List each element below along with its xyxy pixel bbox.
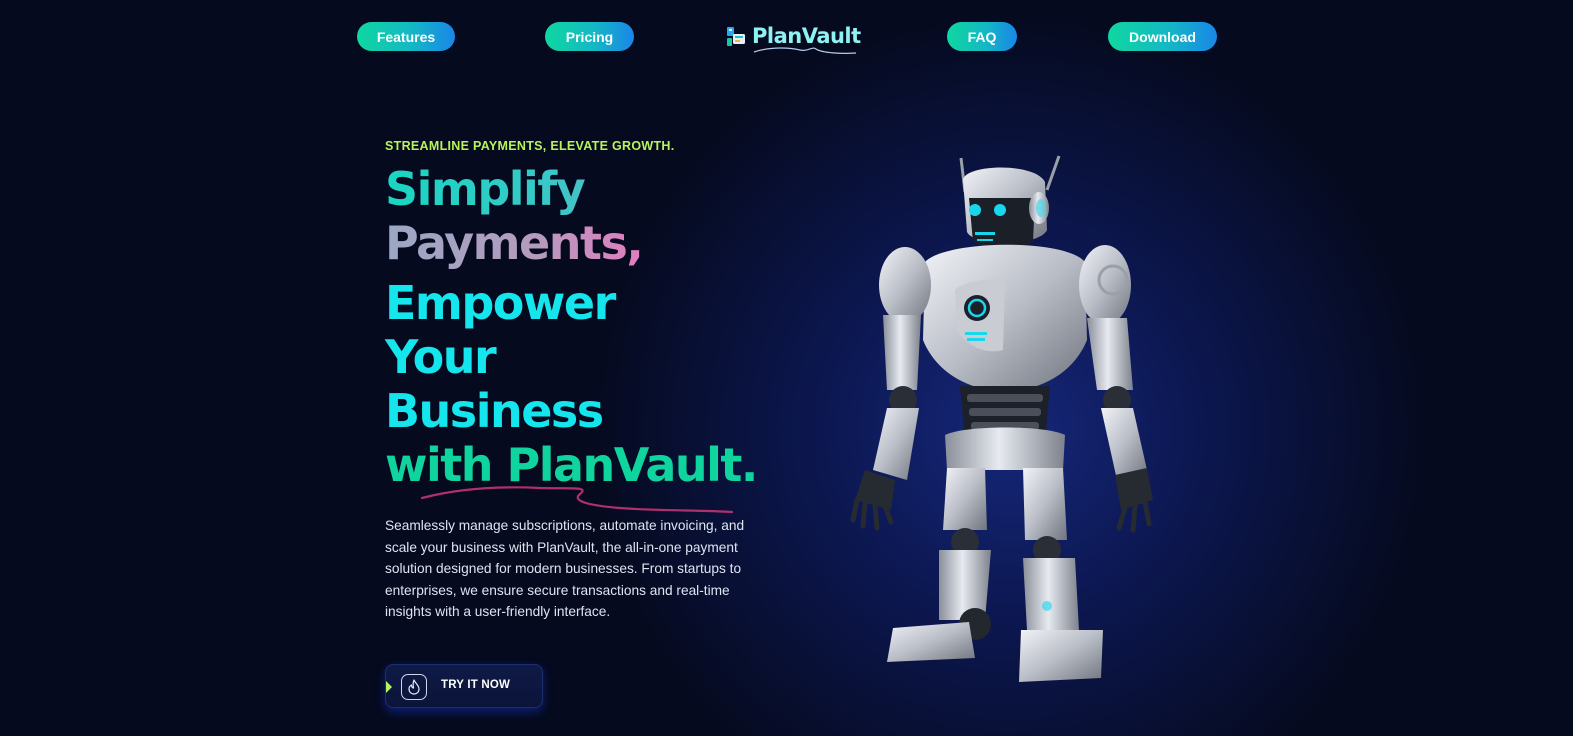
nav-pricing-button[interactable]: Pricing (545, 22, 634, 51)
hero-description: Seamlessly manage subscriptions, automat… (385, 518, 745, 620)
headline-line-2: Payments, (385, 216, 757, 270)
nav-download-button[interactable]: Download (1108, 22, 1217, 51)
headline-line-5: Business (385, 384, 604, 438)
logo-icon (726, 26, 746, 48)
nav-faq-button[interactable]: FAQ (947, 22, 1017, 51)
flame-icon (401, 674, 427, 700)
brand-logo[interactable]: PlanVault (726, 22, 861, 56)
background-glow (0, 0, 1573, 736)
headline-line-1: Simplify (385, 162, 757, 216)
cta-label: TRY IT NOW (441, 679, 511, 691)
headline-line-4: Your (385, 330, 497, 384)
nav-features-button[interactable]: Features (357, 22, 455, 51)
top-navigation: Features Pricing PlanVault FAQ Download (0, 0, 1573, 72)
robot-illustration (850, 155, 1153, 682)
hero-eyebrow: STREAMLINE PAYMENTS, ELEVATE GROWTH. (385, 139, 675, 153)
try-it-now-button[interactable]: TRY IT NOW (385, 664, 543, 708)
play-arrow-icon (386, 681, 392, 693)
headline-line-3: Empower (385, 276, 616, 330)
headline-underline-swoosh (420, 486, 734, 514)
logo-underline-swoosh (753, 47, 857, 54)
hero-headline: Simplify Payments, Empower Your Business… (385, 162, 758, 492)
